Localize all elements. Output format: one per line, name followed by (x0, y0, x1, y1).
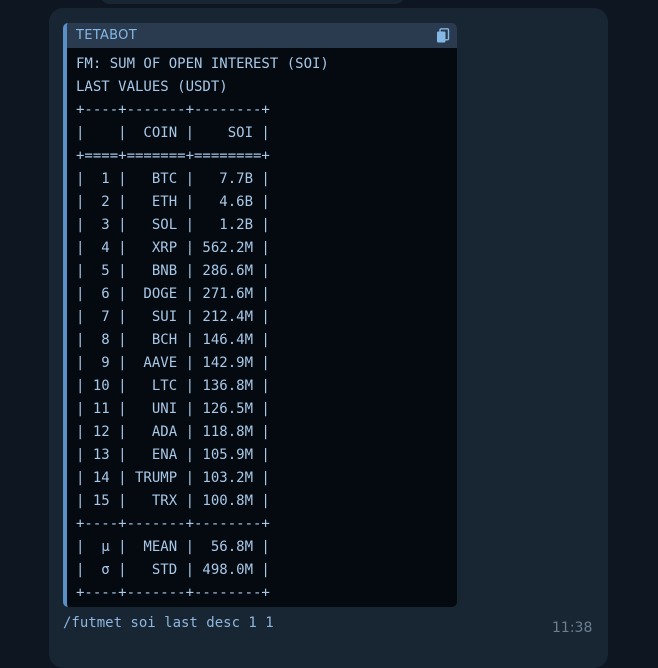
code-line: | 4 | XRP | 562.2M | (76, 240, 270, 256)
code-line: | 12 | ADA | 118.8M | (76, 424, 270, 440)
code-line: | 14 | TRUMP | 103.2M | (76, 470, 270, 486)
code-line: | 11 | UNI | 126.5M | (76, 401, 270, 417)
code-line: | 15 | TRX | 100.8M | (76, 493, 270, 509)
code-line: +----+-------+--------+ (76, 585, 270, 601)
copy-icon[interactable] (436, 28, 450, 44)
code-line: | σ | STD | 498.0M | (76, 562, 270, 578)
code-block-content: FM: SUM OF OPEN INTEREST (SOI) LAST VALUE… (76, 53, 457, 605)
code-line: | μ | MEAN | 56.8M | (76, 539, 270, 555)
code-line: | 5 | BNB | 286.6M | (76, 263, 270, 279)
code-line: | 10 | LTC | 136.8M | (76, 378, 270, 394)
code-line: | 1 | BTC | 7.7B | (76, 171, 270, 187)
code-block: TETABOT FM: SUM OF OPEN INTEREST (SOI) LA… (63, 23, 457, 607)
code-line: +----+-------+--------+ (76, 102, 270, 118)
code-line: | | COIN | SOI | (76, 125, 270, 141)
command-text: /futmet soi last desc 1 1 (63, 615, 274, 631)
code-line: | 2 | ETH | 4.6B | (76, 194, 270, 210)
code-line: | 9 | AAVE | 142.9M | (76, 355, 270, 371)
code-line: LAST VALUES (USDT) (76, 79, 228, 95)
previous-message-bubble (100, 0, 405, 4)
code-line: | 3 | SOL | 1.2B | (76, 217, 270, 233)
code-line: +====+=======+========+ (76, 148, 270, 164)
code-line: | 6 | DOGE | 271.6M | (76, 286, 270, 302)
code-language-label: TETABOT (76, 28, 137, 43)
code-line: | 7 | SUI | 212.4M | (76, 309, 270, 325)
code-block-header: TETABOT (67, 23, 457, 48)
code-line: +----+-------+--------+ (76, 516, 270, 532)
code-line: | 13 | ENA | 105.9M | (76, 447, 270, 463)
message-time: 11:38 (552, 620, 593, 636)
code-line: FM: SUM OF OPEN INTEREST (SOI) (76, 56, 329, 72)
code-line: | 8 | BCH | 146.4M | (76, 332, 270, 348)
